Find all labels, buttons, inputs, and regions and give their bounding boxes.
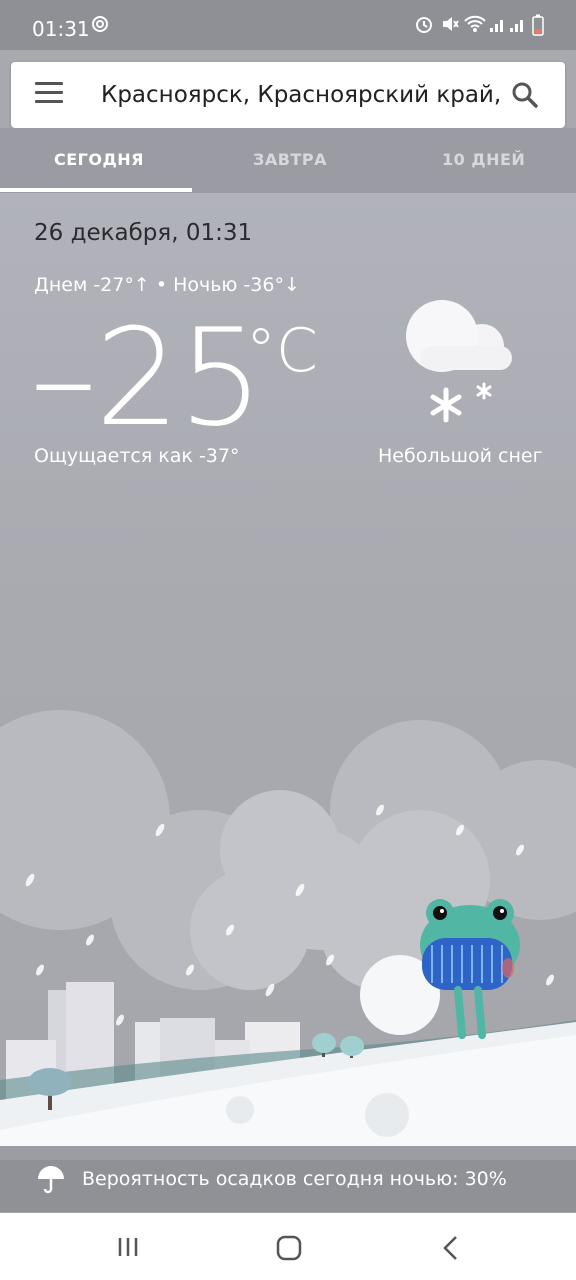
temperature-unit[interactable]: °C <box>246 316 318 386</box>
condition-text: Небольшой снег <box>378 445 543 467</box>
forecast-tabs: СЕГОДНЯ ЗАВТРА 10 ДНЕЙ <box>0 128 576 193</box>
current-temperature: –25 <box>30 300 264 456</box>
status-time: 01:31 <box>32 17 90 41</box>
signal-icon <box>510 14 526 39</box>
wifi-icon <box>464 14 486 39</box>
back-icon[interactable] <box>440 1235 462 1265</box>
tab-10-days[interactable]: 10 ДНЕЙ <box>442 150 525 169</box>
location-query[interactable]: Красноярск, Красноярский край, <box>101 82 501 108</box>
precipitation-banner[interactable]: Вероятность осадков сегодня ночью: 30% <box>0 1146 576 1212</box>
precipitation-text: Вероятность осадков сегодня ночью: 30% <box>82 1168 507 1190</box>
system-navigation-bar <box>0 1213 576 1280</box>
cloud-snow-icon <box>400 298 520 432</box>
day-night-temps: Днем -27°↑ • Ночью -36°↓ <box>34 274 300 296</box>
recent-apps-icon[interactable] <box>116 1235 140 1263</box>
alarm-icon <box>414 14 434 39</box>
home-icon[interactable] <box>276 1235 302 1265</box>
feels-like: Ощущается как -37° <box>34 445 240 467</box>
current-datetime: 26 декабря, 01:31 <box>34 220 253 246</box>
mute-icon <box>440 14 460 39</box>
status-bar: 01:31 <box>0 0 576 50</box>
winter-scene-illustration <box>0 700 576 1164</box>
tab-today[interactable]: СЕГОДНЯ <box>54 150 144 169</box>
search-icon[interactable] <box>511 81 539 113</box>
battery-low-icon <box>532 14 544 41</box>
location-search-bar[interactable]: Красноярск, Красноярский край, <box>11 62 565 128</box>
tab-tomorrow[interactable]: ЗАВТРА <box>253 150 327 169</box>
umbrella-icon <box>36 1164 66 1198</box>
tab-indicator <box>0 188 192 192</box>
sync-icon <box>90 14 110 39</box>
menu-icon[interactable] <box>35 82 63 106</box>
signal-icon <box>490 14 506 39</box>
